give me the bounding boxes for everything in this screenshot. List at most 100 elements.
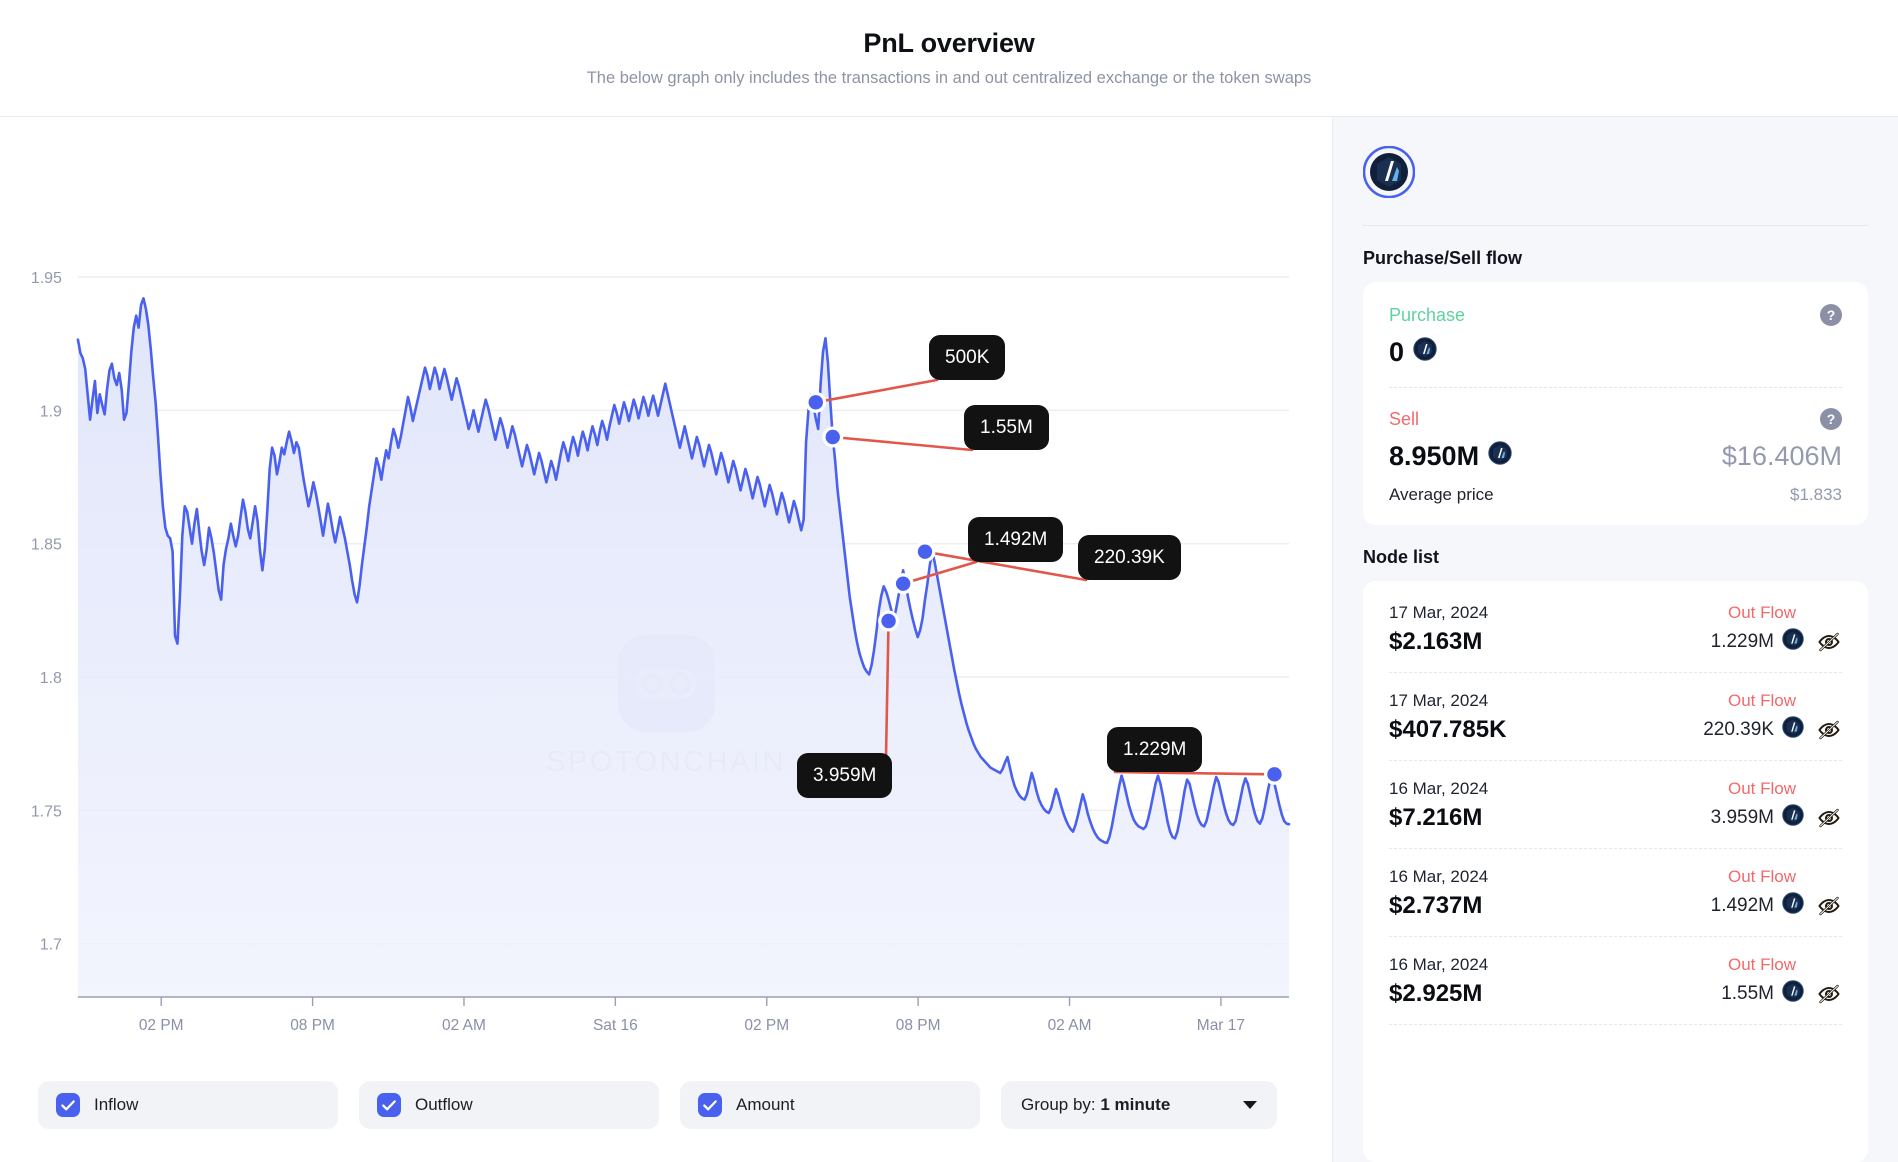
token-icon-small bbox=[1782, 804, 1804, 832]
node-row-bottom: $2.163M 1.229M bbox=[1389, 628, 1842, 656]
checkbox-inflow[interactable] bbox=[56, 1093, 80, 1117]
sell-amount-wrap: 8.950M bbox=[1389, 441, 1512, 472]
token-icon-small bbox=[1488, 441, 1512, 472]
svg-text:02 AM: 02 AM bbox=[1048, 1017, 1092, 1034]
eye-off-icon[interactable] bbox=[1816, 629, 1842, 655]
node-direction: Out Flow bbox=[1728, 779, 1796, 799]
eye-off-icon[interactable] bbox=[1816, 805, 1842, 831]
average-price-row: Average price $1.833 bbox=[1389, 485, 1842, 505]
group-by-value: 1 minute bbox=[1100, 1095, 1170, 1114]
node-token-quantity: 220.39K bbox=[1703, 716, 1804, 744]
node-list-item[interactable]: 16 Mar, 2024 Out Flow $2.737M 1.492M bbox=[1389, 849, 1842, 937]
svg-text:02 AM: 02 AM bbox=[442, 1017, 486, 1034]
chevron-down-icon[interactable] bbox=[1243, 1101, 1257, 1109]
node-list-heading: Node list bbox=[1363, 547, 1868, 568]
node-list-item[interactable]: 16 Mar, 2024 Out Flow $2.925M 1.55M bbox=[1389, 937, 1842, 1025]
chart-panel: SPOTONCHAIN 1.71.751.81.851.91.95 bbox=[0, 117, 1333, 1162]
node-row-top: 17 Mar, 2024 Out Flow bbox=[1389, 691, 1842, 711]
page-header: PnL overview The below graph only includ… bbox=[0, 0, 1898, 117]
eye-off-icon[interactable] bbox=[1816, 893, 1842, 919]
svg-text:1.95: 1.95 bbox=[31, 270, 62, 287]
sell-usd: $16.406M bbox=[1722, 441, 1842, 472]
svg-text:1.8: 1.8 bbox=[40, 670, 62, 687]
svg-text:08 PM: 08 PM bbox=[896, 1017, 941, 1034]
sell-block: Sell ? 8.950M bbox=[1389, 387, 1842, 505]
chart-area-fill bbox=[78, 298, 1289, 997]
chart-annotation-tooltip[interactable]: 1.492M bbox=[968, 517, 1063, 562]
node-row-top: 17 Mar, 2024 Out Flow bbox=[1389, 603, 1842, 623]
average-price-value: $1.833 bbox=[1790, 485, 1842, 505]
chart-x-axis-ticks bbox=[161, 997, 1221, 1006]
node-date: 16 Mar, 2024 bbox=[1389, 867, 1488, 887]
node-row-right: 220.39K bbox=[1703, 716, 1842, 744]
group-by-dropdown[interactable]: Group by: 1 minute bbox=[1001, 1081, 1277, 1129]
node-row-right: 1.492M bbox=[1711, 892, 1842, 920]
node-date: 17 Mar, 2024 bbox=[1389, 603, 1488, 623]
node-direction: Out Flow bbox=[1728, 867, 1796, 887]
svg-text:Sat 16: Sat 16 bbox=[593, 1017, 638, 1034]
node-direction: Out Flow bbox=[1728, 603, 1796, 623]
checkbox-amount[interactable] bbox=[698, 1093, 722, 1117]
token-icon-small bbox=[1782, 892, 1804, 920]
svg-text:1.85: 1.85 bbox=[31, 537, 62, 554]
node-token-quantity: 3.959M bbox=[1711, 804, 1804, 832]
svg-text:1.75: 1.75 bbox=[31, 803, 62, 820]
chart-annotation-tooltip[interactable]: 220.39K bbox=[1078, 535, 1181, 580]
toggle-outflow[interactable]: Outflow bbox=[359, 1081, 659, 1129]
eye-off-icon[interactable] bbox=[1816, 717, 1842, 743]
token-icon-small bbox=[1782, 628, 1804, 656]
chart-annotation-tooltip[interactable]: 500K bbox=[929, 335, 1005, 380]
node-usd-value: $2.925M bbox=[1389, 980, 1482, 1008]
node-token-quantity: 1.492M bbox=[1711, 892, 1804, 920]
purchase-help-icon[interactable]: ? bbox=[1820, 304, 1842, 326]
chart-y-axis-labels: 1.71.751.81.851.91.95 bbox=[31, 270, 62, 954]
checkbox-outflow[interactable] bbox=[377, 1093, 401, 1117]
token-icon-small bbox=[1782, 980, 1804, 1008]
token-logo-row bbox=[1363, 143, 1868, 226]
toggle-amount[interactable]: Amount bbox=[680, 1081, 980, 1129]
node-direction: Out Flow bbox=[1728, 691, 1796, 711]
chart-x-axis-labels: 02 PM08 PM02 AMSat 1602 PM08 PM02 AMMar … bbox=[139, 1017, 1245, 1034]
node-usd-value: $2.737M bbox=[1389, 892, 1482, 920]
node-date: 17 Mar, 2024 bbox=[1389, 691, 1488, 711]
chart-annotation-tooltip[interactable]: 1.55M bbox=[964, 405, 1049, 450]
purchase-sell-flow-card: Purchase ? 0 bbox=[1363, 282, 1868, 525]
node-row-right: 3.959M bbox=[1711, 804, 1842, 832]
svg-text:08 PM: 08 PM bbox=[290, 1017, 335, 1034]
node-row-right: 1.55M bbox=[1721, 980, 1842, 1008]
chart-annotation-tooltip[interactable]: 1.229M bbox=[1107, 727, 1202, 772]
node-token-quantity: 1.229M bbox=[1711, 628, 1804, 656]
inflow-label: Inflow bbox=[94, 1095, 138, 1115]
sell-header: Sell ? bbox=[1389, 408, 1842, 430]
chart-annotation-tooltip[interactable]: 3.959M bbox=[797, 753, 892, 798]
eye-off-icon[interactable] bbox=[1816, 981, 1842, 1007]
node-list-item[interactable]: 17 Mar, 2024 Out Flow $407.785K 220.39K bbox=[1389, 673, 1842, 761]
node-list: 17 Mar, 2024 Out Flow $2.163M 1.229M 17 … bbox=[1363, 581, 1868, 1162]
purchase-amount-wrap: 0 bbox=[1389, 337, 1437, 368]
svg-text:1.9: 1.9 bbox=[40, 403, 62, 420]
toggle-inflow[interactable]: Inflow bbox=[38, 1081, 338, 1129]
token-logo-icon bbox=[1363, 185, 1415, 202]
price-area-chart: 1.71.751.81.851.91.95 02 PM08 PM02 AMSat… bbox=[0, 117, 1332, 1070]
side-panel: Purchase/Sell flow Purchase ? 0 bbox=[1333, 117, 1898, 1162]
chart-controls: Inflow Outflow Amount Group by: 1 minute bbox=[0, 1070, 1332, 1162]
page-subtitle: The below graph only includes the transa… bbox=[587, 69, 1312, 89]
node-usd-value: $7.216M bbox=[1389, 804, 1482, 832]
node-token-quantity: 1.55M bbox=[1721, 980, 1804, 1008]
node-row-bottom: $407.785K 220.39K bbox=[1389, 716, 1842, 744]
node-list-item[interactable]: 17 Mar, 2024 Out Flow $2.163M 1.229M bbox=[1389, 585, 1842, 673]
node-direction: Out Flow bbox=[1728, 955, 1796, 975]
page-body: SPOTONCHAIN 1.71.751.81.851.91.95 bbox=[0, 117, 1898, 1162]
pnl-overview-page: PnL overview The below graph only includ… bbox=[0, 0, 1898, 1162]
node-list-item[interactable]: 16 Mar, 2024 Out Flow $7.216M 3.959M bbox=[1389, 761, 1842, 849]
page-title: PnL overview bbox=[863, 27, 1034, 59]
node-usd-value: $2.163M bbox=[1389, 628, 1482, 656]
node-usd-value: $407.785K bbox=[1389, 716, 1506, 744]
sell-label: Sell bbox=[1389, 409, 1419, 430]
sell-help-icon[interactable]: ? bbox=[1820, 408, 1842, 430]
chart-canvas-area[interactable]: SPOTONCHAIN 1.71.751.81.851.91.95 bbox=[0, 117, 1332, 1070]
node-row-bottom: $7.216M 3.959M bbox=[1389, 804, 1842, 832]
purchase-block: Purchase ? 0 bbox=[1389, 304, 1842, 368]
purchase-values: 0 bbox=[1389, 337, 1842, 368]
purchase-amount: 0 bbox=[1389, 337, 1404, 368]
